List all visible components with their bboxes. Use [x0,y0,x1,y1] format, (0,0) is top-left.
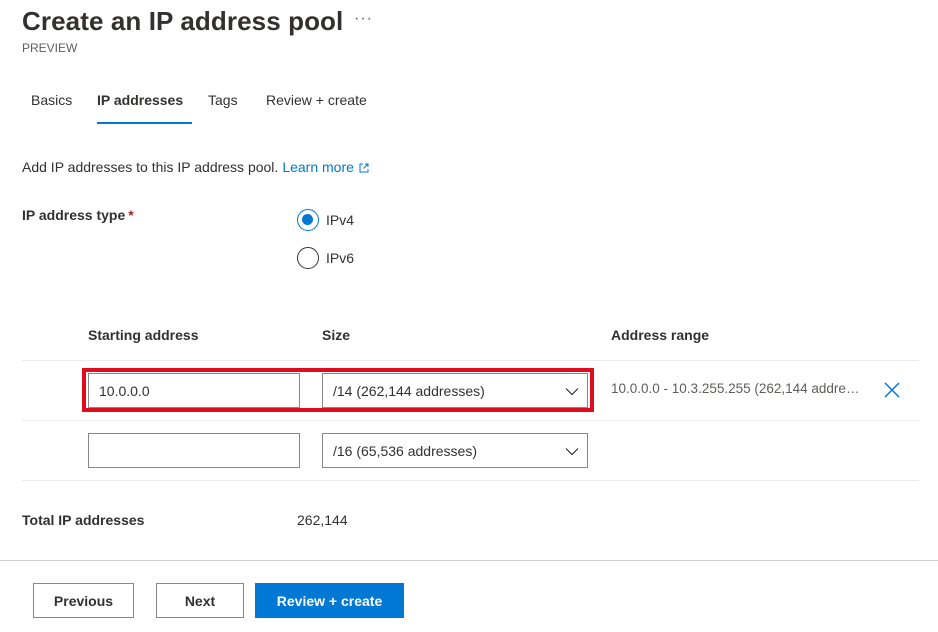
total-ip-addresses-value: 262,144 [297,512,348,528]
table-divider [22,360,919,361]
tab-tags[interactable]: Tags [199,88,247,112]
header-starting-address: Starting address [88,327,199,343]
size-dropdown-row-2[interactable]: /16 (65,536 addresses) [322,433,588,468]
size-dropdown-value: /16 (65,536 addresses) [333,442,477,459]
page-title: Create an IP address pool [22,6,344,36]
radio-ipv6[interactable]: IPv6 [297,247,354,269]
learn-more-link[interactable]: Learn more [282,159,369,175]
intro-text-row: Add IP addresses to this IP address pool… [22,159,369,175]
radio-ipv4-control[interactable] [297,209,319,231]
intro-text: Add IP addresses to this IP address pool… [22,159,279,175]
table-divider [22,480,919,481]
chevron-down-icon [565,388,579,396]
address-range-value-row-1: 10.0.0.0 - 10.3.255.255 (262,144 address… [611,381,861,396]
next-button[interactable]: Next [156,583,244,618]
review-create-button[interactable]: Review + create [255,583,404,618]
chevron-down-icon [565,448,579,456]
required-indicator: * [128,207,134,223]
starting-address-input-row-2[interactable] [88,433,300,468]
tab-basics[interactable]: Basics [22,88,81,112]
preview-label: PREVIEW [22,41,78,55]
total-ip-addresses-label: Total IP addresses [22,512,145,528]
delete-row-icon[interactable] [882,380,902,400]
starting-address-input-row-1[interactable] [88,373,300,408]
size-dropdown-value: /14 (262,144 addresses) [333,382,485,399]
previous-button[interactable]: Previous [33,583,134,618]
radio-ipv6-label: IPv6 [326,250,355,266]
radio-ipv4[interactable]: IPv4 [297,209,354,231]
tab-ip-addresses[interactable]: IP addresses [88,88,193,124]
ip-address-type-label: IP address type * [22,207,134,223]
table-divider [22,420,919,421]
tab-review-create[interactable]: Review + create [257,88,376,112]
size-dropdown-row-1[interactable]: /14 (262,144 addresses) [322,373,588,408]
radio-ipv6-control[interactable] [297,247,319,269]
radio-ipv4-label: IPv4 [326,212,355,228]
external-link-icon [359,163,369,173]
more-options-button[interactable]: ··· [354,10,373,28]
footer-divider [0,560,938,561]
header-address-range: Address range [611,327,710,343]
header-size: Size [322,327,351,343]
